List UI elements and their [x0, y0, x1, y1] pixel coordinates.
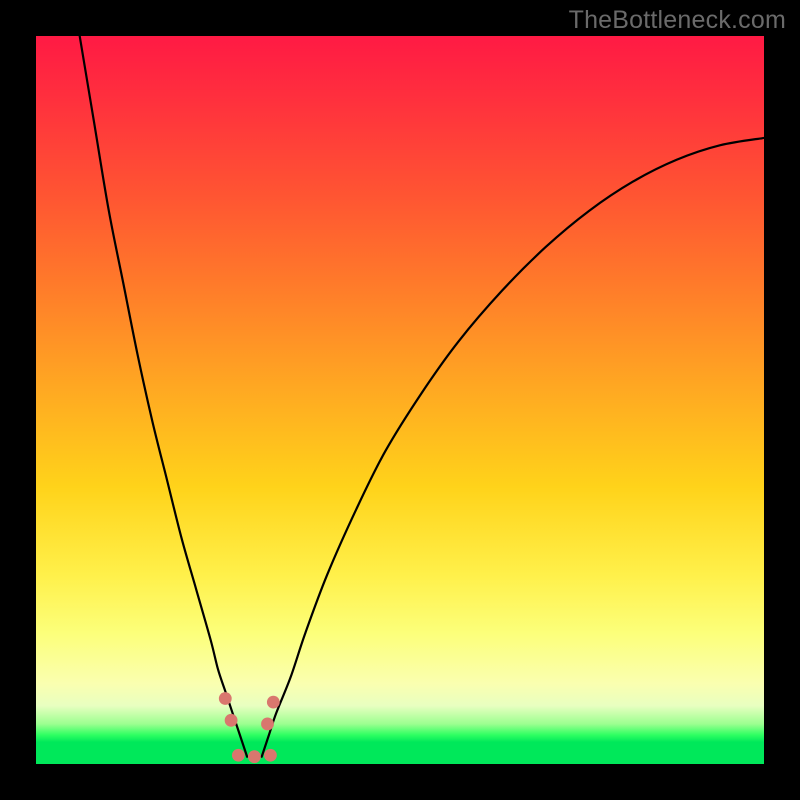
marker-left-lower — [225, 714, 238, 727]
right-curve — [262, 138, 764, 757]
marker-right-lower — [261, 718, 274, 731]
left-curve — [80, 36, 247, 757]
plot-svg — [36, 36, 764, 764]
plot-area — [36, 36, 764, 764]
marker-group — [219, 692, 280, 763]
marker-right-upper — [267, 696, 280, 709]
marker-bottom-right — [264, 749, 277, 762]
chart-frame: TheBottleneck.com — [0, 0, 800, 800]
marker-left-upper — [219, 692, 232, 705]
marker-bottom-mid — [248, 750, 261, 763]
watermark-text: TheBottleneck.com — [569, 6, 786, 35]
marker-bottom-left — [232, 749, 245, 762]
